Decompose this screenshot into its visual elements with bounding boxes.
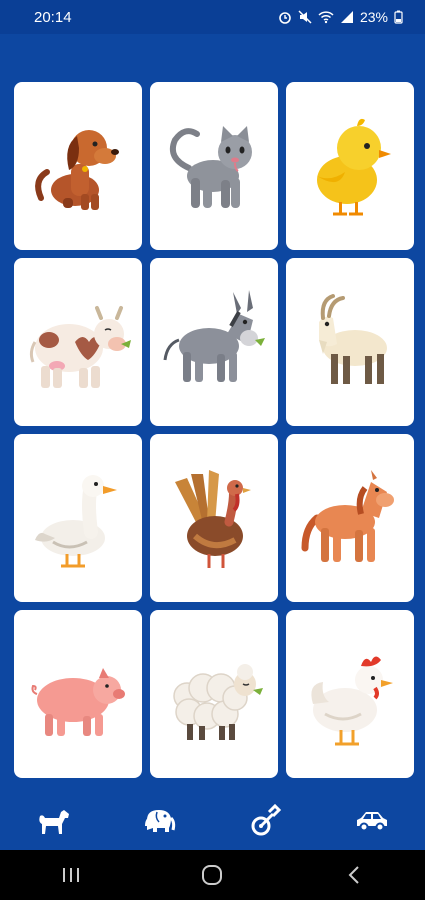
animal-card-hen[interactable] (286, 610, 414, 778)
status-time: 20:14 (34, 8, 72, 26)
battery-percent: 23% (359, 9, 388, 25)
home-button[interactable] (192, 855, 232, 895)
alarm-icon (279, 12, 291, 24)
goose-illustration (35, 475, 117, 568)
animal-grid (14, 82, 414, 778)
animal-card-dog[interactable] (14, 82, 142, 250)
system-nav-bar (0, 850, 425, 900)
signal-icon (340, 11, 353, 23)
pig-illustration (31, 668, 125, 736)
donkey-illustration (163, 290, 265, 382)
nav-elephant-button[interactable] (135, 799, 183, 843)
animal-card-chick[interactable] (286, 82, 414, 250)
elephant-icon (145, 810, 176, 832)
nav-dog-button[interactable] (29, 799, 77, 843)
animal-card-turkey[interactable] (150, 434, 278, 602)
category-nav (0, 795, 425, 847)
animal-card-goose[interactable] (14, 434, 142, 602)
recent-apps-icon (62, 868, 79, 882)
guitar-icon (251, 804, 281, 836)
horse-illustration (301, 470, 394, 562)
animal-card-cat[interactable] (150, 82, 278, 250)
hen-illustration (311, 656, 393, 746)
cat-illustration (169, 126, 252, 208)
turkey-illustration (175, 470, 251, 568)
animal-card-sheep[interactable] (150, 610, 278, 778)
car-icon (356, 812, 387, 832)
recent-apps-button[interactable] (51, 855, 91, 895)
chick-illustration (317, 118, 391, 216)
mute-icon (298, 10, 312, 24)
nav-vehicle-button[interactable] (348, 799, 396, 843)
animal-card-goat[interactable] (286, 258, 414, 426)
sheep-illustration (173, 664, 263, 740)
status-icons: 23% (278, 9, 403, 25)
nav-music-button[interactable] (242, 799, 290, 843)
battery-icon (394, 10, 403, 24)
home-icon (202, 865, 223, 885)
back-button[interactable] (334, 855, 374, 895)
wifi-icon (318, 11, 334, 24)
status-bar: 20:14 23% (0, 0, 425, 34)
animal-card-cow[interactable] (14, 258, 142, 426)
back-icon (348, 866, 359, 884)
animal-card-horse[interactable] (286, 434, 414, 602)
animal-card-donkey[interactable] (150, 258, 278, 426)
cow-illustration (29, 306, 131, 388)
dog-icon (39, 810, 70, 834)
goat-illustration (319, 294, 387, 384)
dog-illustration (35, 130, 119, 210)
animal-card-pig[interactable] (14, 610, 142, 778)
